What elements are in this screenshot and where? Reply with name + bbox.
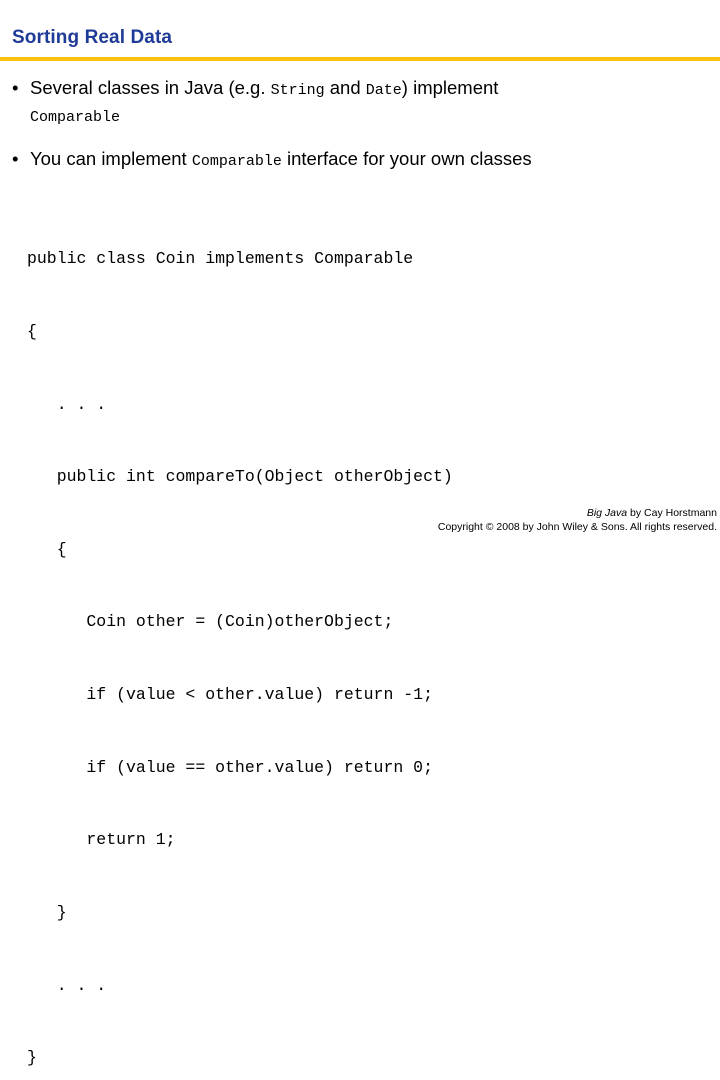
code-line: }: [27, 902, 67, 922]
slide-footer: Big Java by Cay Horstmann Copyright © 20…: [438, 506, 717, 534]
bullet-marker-icon: •: [12, 148, 19, 169]
code-line: return 1;: [27, 830, 176, 850]
bullet-1-code-string: String: [270, 82, 325, 99]
bullet-1-text-part-3: ) implement: [401, 77, 499, 98]
code-sample: public class Coin implements Comparable …: [27, 199, 453, 1080]
title-divider: [0, 57, 720, 61]
code-line: if (value == other.value) return 0;: [27, 757, 433, 777]
code-line: . . .: [27, 975, 107, 995]
page-title: Sorting Real Data: [12, 27, 173, 48]
footer-copyright: Copyright © 2008 by John Wiley & Sons. A…: [437, 521, 717, 533]
bullet-1-text-part-2: and: [324, 77, 366, 98]
code-line: if (value < other.value) return -1;: [27, 685, 433, 705]
code-line: Coin other = (Coin)otherObject;: [27, 612, 394, 632]
code-line: public int compareTo(Object otherObject): [27, 467, 453, 487]
bullet-marker-icon: •: [12, 77, 19, 98]
code-line: }: [27, 1048, 37, 1068]
bullet-1-code-date: Date: [365, 82, 402, 99]
bullet-2-text-part-1: You can implement: [30, 148, 192, 169]
bullet-1-text-part-1: Several classes in Java (e.g.: [30, 77, 271, 98]
code-line: {: [27, 539, 67, 559]
code-line: . . .: [27, 394, 107, 414]
bullet-item-1: • Several classes in Java (e.g. String a…: [0, 74, 720, 131]
bullet-1-code-comparable: Comparable: [30, 109, 121, 126]
footer-author: by Cay Horstmann: [627, 507, 717, 519]
code-line: {: [27, 322, 37, 342]
bullet-2-text-part-2: interface for your own classes: [281, 148, 532, 169]
code-line: public class Coin implements Comparable: [27, 249, 414, 269]
bullet-2-code-comparable: Comparable: [191, 153, 282, 170]
footer-attribution: Big Java by Cay Horstmann: [438, 506, 717, 520]
footer-book-title: Big Java: [586, 507, 628, 519]
slide-body: • Several classes in Java (e.g. String a…: [0, 74, 720, 189]
bullet-item-2: • You can implement Comparable interface…: [0, 145, 720, 175]
